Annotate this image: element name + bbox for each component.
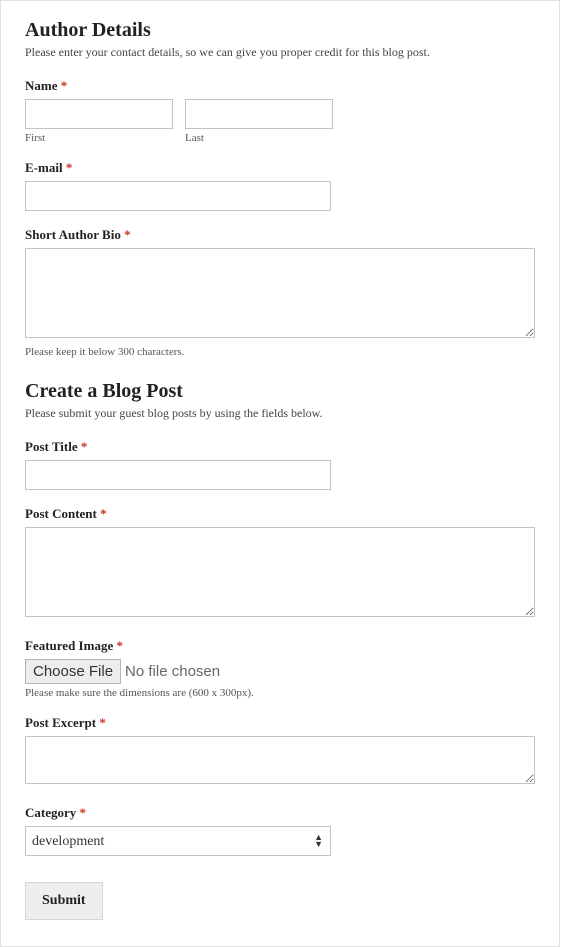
last-name-sublabel: Last bbox=[185, 132, 333, 144]
featured-image-label: Featured Image * bbox=[25, 638, 535, 654]
post-title-label: Post Title * bbox=[25, 439, 535, 455]
featured-image-help-text: Please make sure the dimensions are (600… bbox=[25, 687, 535, 699]
email-input[interactable] bbox=[25, 181, 331, 211]
submit-button[interactable]: Submit bbox=[25, 882, 103, 920]
category-field: Category * development ▲▼ bbox=[25, 805, 535, 856]
post-content-field: Post Content * bbox=[25, 506, 535, 622]
name-field: Name * First Last bbox=[25, 78, 535, 144]
required-marker: * bbox=[81, 439, 88, 454]
create-post-description: Please submit your guest blog posts by u… bbox=[25, 406, 535, 421]
required-marker: * bbox=[124, 227, 131, 242]
required-marker: * bbox=[61, 78, 68, 93]
required-marker: * bbox=[80, 805, 87, 820]
bio-label: Short Author Bio * bbox=[25, 227, 535, 243]
post-content-textarea[interactable] bbox=[25, 527, 535, 617]
bio-help-text: Please keep it below 300 characters. bbox=[25, 346, 535, 358]
bio-textarea[interactable] bbox=[25, 248, 535, 338]
name-label: Name * bbox=[25, 78, 535, 94]
post-title-input[interactable] bbox=[25, 460, 331, 490]
bio-field: Short Author Bio * Please keep it below … bbox=[25, 227, 535, 358]
create-post-heading: Create a Blog Post bbox=[25, 380, 535, 403]
author-details-description: Please enter your contact details, so we… bbox=[25, 45, 535, 60]
email-field: E-mail * bbox=[25, 160, 535, 211]
email-label: E-mail * bbox=[25, 160, 535, 176]
first-name-input[interactable] bbox=[25, 99, 173, 129]
required-marker: * bbox=[66, 160, 73, 175]
required-marker: * bbox=[99, 715, 106, 730]
form-container: Author Details Please enter your contact… bbox=[0, 0, 560, 947]
post-excerpt-field: Post Excerpt * bbox=[25, 715, 535, 789]
last-name-input[interactable] bbox=[185, 99, 333, 129]
post-excerpt-label: Post Excerpt * bbox=[25, 715, 535, 731]
required-marker: * bbox=[100, 506, 107, 521]
author-details-heading: Author Details bbox=[25, 19, 535, 42]
featured-image-field: Featured Image * Choose File No file cho… bbox=[25, 638, 535, 699]
choose-file-button[interactable]: Choose File bbox=[25, 659, 121, 684]
required-marker: * bbox=[116, 638, 123, 653]
post-title-field: Post Title * bbox=[25, 439, 535, 490]
first-name-sublabel: First bbox=[25, 132, 173, 144]
category-select[interactable]: development bbox=[25, 826, 331, 856]
post-content-label: Post Content * bbox=[25, 506, 535, 522]
category-label: Category * bbox=[25, 805, 535, 821]
post-excerpt-textarea[interactable] bbox=[25, 736, 535, 784]
file-status-text: No file chosen bbox=[125, 663, 220, 680]
